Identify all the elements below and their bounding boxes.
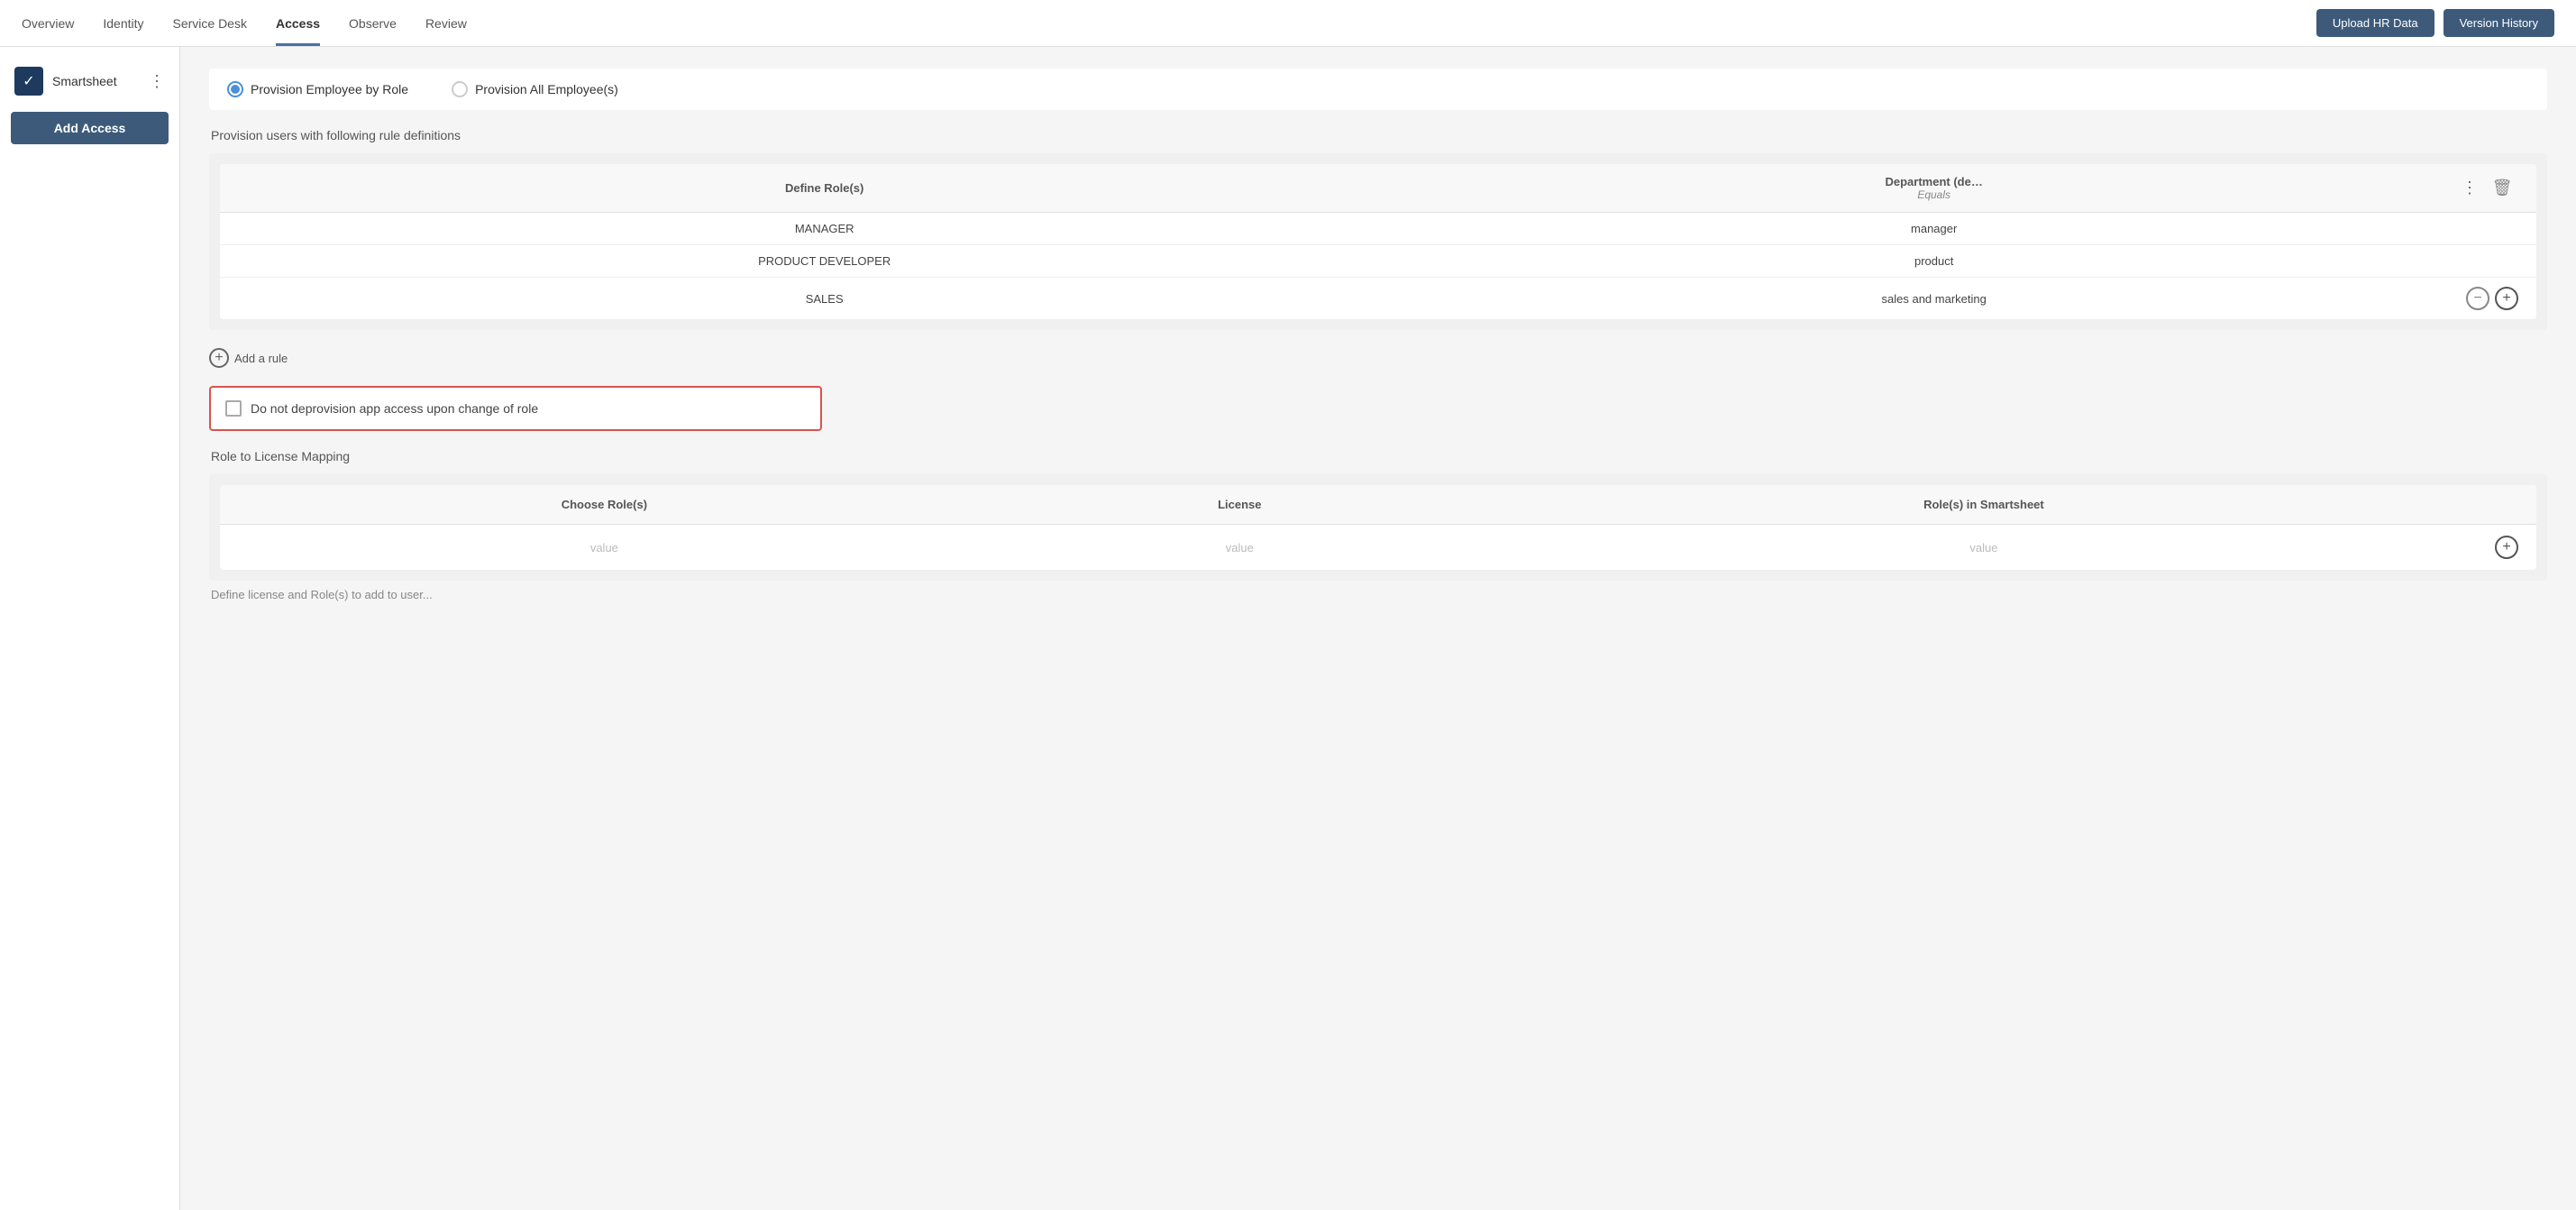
license-roles-value: value — [220, 525, 989, 571]
table-row: PRODUCT DEVELOPER product — [220, 245, 2536, 278]
radio-inner — [231, 85, 240, 94]
deprovision-checkbox-row[interactable]: Do not deprovision app access upon chang… — [209, 386, 822, 431]
rule-role-cell: SALES — [220, 278, 1429, 320]
rule-row-action-cell — [2439, 213, 2536, 245]
deprovision-checkbox[interactable] — [225, 400, 242, 417]
license-col-roles-header: Choose Role(s) — [220, 485, 989, 525]
version-history-button[interactable]: Version History — [2444, 9, 2554, 37]
rule-dept-cell: manager — [1429, 213, 2439, 245]
license-add-action: + — [2477, 525, 2536, 571]
rule-row-end-actions: − + — [2439, 278, 2536, 320]
nav-tabs: Overview Identity Service Desk Access Ob… — [22, 0, 467, 46]
app-name-label: Smartsheet — [52, 74, 117, 88]
rule-table-wrapper: Define Role(s) Department (de… Equals ⋮ — [209, 153, 2547, 330]
rule-col-dept-header: Department (de… Equals — [1429, 164, 2439, 213]
license-table: Choose Role(s) License Role(s) in Smarts… — [220, 485, 2536, 570]
add-access-button[interactable]: Add Access — [11, 112, 169, 144]
license-smartsheet-value: value — [1491, 525, 2477, 571]
rule-definitions-title: Provision users with following rule defi… — [209, 128, 2547, 142]
rule-dept-cell: sales and marketing — [1429, 278, 2439, 320]
remove-row-button[interactable]: − — [2466, 287, 2489, 310]
license-mapping-title: Role to License Mapping — [209, 449, 2547, 463]
add-rule-label: Add a rule — [234, 352, 288, 365]
top-nav: Overview Identity Service Desk Access Ob… — [0, 0, 2576, 47]
table-row: SALES sales and marketing − + — [220, 278, 2536, 320]
sidebar: ✓ Smartsheet ⋮ Add Access — [0, 47, 180, 1210]
add-row-button[interactable]: + — [2495, 287, 2518, 310]
tab-access[interactable]: Access — [276, 0, 320, 46]
main-content: Provision Employee by Role Provision All… — [180, 47, 2576, 1210]
provision-all-label: Provision All Employee(s) — [475, 82, 618, 96]
sidebar-app: ✓ Smartsheet ⋮ — [11, 61, 169, 101]
provision-all-employees-option[interactable]: Provision All Employee(s) — [452, 81, 618, 97]
rule-table: Define Role(s) Department (de… Equals ⋮ — [220, 164, 2536, 319]
app-icon: ✓ — [14, 67, 43, 96]
deprovision-label: Do not deprovision app access upon chang… — [251, 401, 538, 416]
provision-by-role-option[interactable]: Provision Employee by Role — [227, 81, 408, 97]
add-rule-row[interactable]: + Add a rule — [209, 344, 2547, 371]
table-row: MANAGER manager — [220, 213, 2536, 245]
tab-service-desk[interactable]: Service Desk — [173, 0, 247, 46]
provision-all-radio[interactable] — [452, 81, 468, 97]
rule-col-role-header: Define Role(s) — [220, 164, 1429, 213]
license-license-value: value — [989, 525, 1491, 571]
upload-hr-data-button[interactable]: Upload HR Data — [2316, 9, 2434, 37]
add-license-row-button[interactable]: + — [2495, 536, 2518, 559]
rule-row-action-cell — [2439, 245, 2536, 278]
license-table-wrapper: Choose Role(s) License Role(s) in Smarts… — [209, 474, 2547, 581]
provision-row: Provision Employee by Role Provision All… — [209, 69, 2547, 110]
rule-role-cell: PRODUCT DEVELOPER — [220, 245, 1429, 278]
nav-actions: Upload HR Data Version History — [2316, 9, 2554, 37]
app-menu-icon[interactable]: ⋮ — [149, 72, 165, 91]
add-rule-icon: + — [209, 348, 229, 368]
main-layout: ✓ Smartsheet ⋮ Add Access Provision Empl… — [0, 47, 2576, 1210]
license-col-license-header: License — [989, 485, 1491, 525]
license-col-smartsheet-roles-header: Role(s) in Smartsheet — [1491, 485, 2477, 525]
tab-observe[interactable]: Observe — [349, 0, 397, 46]
provision-by-role-radio[interactable] — [227, 81, 243, 97]
rule-more-options-icon[interactable]: ⋮ — [2457, 176, 2482, 201]
rule-col-actions-header: ⋮ 🗑 — [2439, 164, 2536, 213]
provision-by-role-label: Provision Employee by Role — [251, 82, 408, 96]
tab-overview[interactable]: Overview — [22, 0, 74, 46]
license-col-action-header — [2477, 485, 2536, 525]
rule-delete-icon[interactable]: 🗑 — [2489, 176, 2515, 201]
bottom-hint: Define license and Role(s) to add to use… — [209, 588, 2547, 601]
rule-role-cell: MANAGER — [220, 213, 1429, 245]
license-table-row: value value value + — [220, 525, 2536, 571]
rule-col-dept-sub: Equals — [1917, 188, 1950, 201]
rule-dept-cell: product — [1429, 245, 2439, 278]
tab-review[interactable]: Review — [425, 0, 467, 46]
tab-identity[interactable]: Identity — [103, 0, 143, 46]
